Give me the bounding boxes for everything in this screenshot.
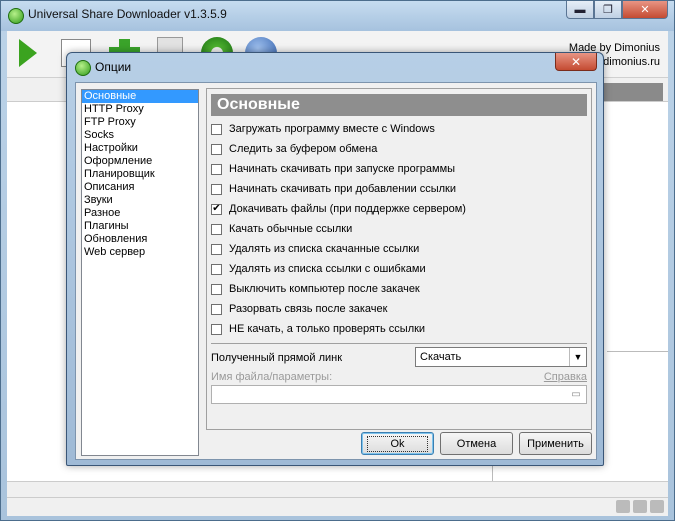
nav-item[interactable]: Оформление	[82, 155, 198, 168]
option-label: Следить за буфером обмена	[229, 143, 378, 155]
option-label: Начинать скачивать при запуске программы	[229, 163, 456, 175]
option-checkbox[interactable]	[211, 223, 222, 235]
option-label: Удалять из списка ссылки с ошибками	[229, 263, 426, 275]
option-label: Докачивать файлы (при поддержке сервером…	[229, 203, 466, 215]
progress-bar	[7, 481, 668, 496]
status-bar	[7, 497, 668, 516]
settings-panel: Основные Загружать программу вместе с Wi…	[206, 88, 592, 430]
direct-link-label: Полученный прямой линк	[211, 352, 343, 364]
dialog-body: Основные HTTP Proxy FTP Proxy Socks Настройк…	[75, 82, 597, 460]
option-checkbox[interactable]	[211, 183, 222, 195]
option-label: Разорвать связь после закачек	[229, 303, 388, 315]
folder-open-icon[interactable]: ▭	[568, 387, 584, 402]
ok-button[interactable]: Ok	[361, 432, 434, 455]
option-row[interactable]: Начинать скачивать при запуске программы	[211, 159, 466, 179]
nav-item[interactable]: Звуки	[82, 194, 198, 207]
option-row[interactable]: НЕ качать, а только проверять ссылки	[211, 319, 466, 339]
option-checkbox[interactable]	[211, 323, 222, 335]
option-checkbox[interactable]: ✔	[211, 203, 222, 215]
option-checkbox[interactable]	[211, 163, 222, 175]
nav-item[interactable]: Web сервер	[82, 246, 198, 259]
option-label: Начинать скачивать при добавлении ссылки	[229, 183, 457, 195]
list-column-header[interactable]	[603, 83, 663, 101]
nav-item[interactable]: Планировщик	[82, 168, 198, 181]
nav-item[interactable]: Описания	[82, 181, 198, 194]
options-dialog: Опции ✕ Основные HTTP Proxy FTP Proxy Socks…	[66, 52, 604, 466]
direct-link-select-value: Скачать	[420, 351, 462, 363]
option-row[interactable]: Загружать программу вместе с Windows	[211, 119, 466, 139]
ok-button-label: Ok	[367, 435, 428, 452]
option-row[interactable]: Разорвать связь после закачек	[211, 299, 466, 319]
nav-item[interactable]: Socks	[82, 129, 198, 142]
nav-item[interactable]: Разное	[82, 207, 198, 220]
dialog-close-button[interactable]: ✕	[555, 53, 597, 71]
status-icons	[616, 500, 664, 513]
option-checkbox[interactable]	[211, 283, 222, 295]
option-checkbox[interactable]	[211, 303, 222, 315]
divider	[607, 351, 668, 352]
option-checkbox[interactable]	[211, 143, 222, 155]
nav-item[interactable]: FTP Proxy	[82, 116, 198, 129]
dialog-title: Опции	[95, 60, 132, 74]
option-label: Загружать программу вместе с Windows	[229, 123, 435, 135]
option-row[interactable]: Следить за буфером обмена	[211, 139, 466, 159]
apply-button[interactable]: Применить	[519, 432, 592, 455]
option-checkbox[interactable]	[211, 123, 222, 135]
status-icon[interactable]	[650, 500, 664, 513]
help-link[interactable]: Справка	[544, 371, 587, 383]
option-row[interactable]: Качать обычные ссылки	[211, 219, 466, 239]
divider	[211, 343, 587, 344]
option-row[interactable]: Выключить компьютер после закачек	[211, 279, 466, 299]
maximize-button[interactable]: ❐	[594, 1, 622, 19]
option-row[interactable]: Удалять из списка ссылки с ошибками	[211, 259, 466, 279]
filename-label: Имя файла/параметры:	[211, 371, 333, 383]
options-checklist: Загружать программу вместе с Windows След…	[211, 119, 466, 339]
option-row[interactable]: ✔ Докачивать файлы (при поддержке серверо…	[211, 199, 466, 219]
option-checkbox[interactable]	[211, 243, 222, 255]
option-row[interactable]: Начинать скачивать при добавлении ссылки	[211, 179, 466, 199]
option-label: Удалять из списка скачанные ссылки	[229, 243, 420, 255]
option-label: Выключить компьютер после закачек	[229, 283, 420, 295]
close-button[interactable]: ✕	[622, 1, 668, 19]
option-row[interactable]: Удалять из списка скачанные ссылки	[211, 239, 466, 259]
nav-item[interactable]: Обновления	[82, 233, 198, 246]
dialog-logo-icon	[75, 60, 91, 76]
direct-link-select[interactable]: Скачать ▼	[415, 347, 587, 367]
cancel-button[interactable]: Отмена	[440, 432, 513, 455]
panel-header: Основные	[211, 94, 587, 116]
filename-input[interactable]: ▭	[211, 385, 587, 404]
play-icon[interactable]	[19, 39, 37, 67]
chevron-down-icon[interactable]: ▼	[569, 348, 586, 366]
minimize-button[interactable]: ▬	[566, 1, 594, 19]
app-logo-icon	[8, 8, 24, 24]
window-controls: ▬ ❐ ✕	[566, 1, 668, 21]
nav-item[interactable]: HTTP Proxy	[82, 103, 198, 116]
options-category-list[interactable]: Основные HTTP Proxy FTP Proxy Socks Настройк…	[81, 89, 199, 456]
status-icon[interactable]	[633, 500, 647, 513]
option-label: НЕ качать, а только проверять ссылки	[229, 323, 426, 335]
status-icon[interactable]	[616, 500, 630, 513]
main-titlebar[interactable]: Universal Share Downloader v1.3.5.9 ▬ ❐ …	[1, 1, 674, 31]
app-title: Universal Share Downloader v1.3.5.9	[28, 7, 227, 21]
nav-item[interactable]: Настройки	[82, 142, 198, 155]
option-label: Качать обычные ссылки	[229, 223, 353, 235]
option-checkbox[interactable]	[211, 263, 222, 275]
nav-item[interactable]: Плагины	[82, 220, 198, 233]
nav-item[interactable]: Основные	[82, 90, 198, 103]
